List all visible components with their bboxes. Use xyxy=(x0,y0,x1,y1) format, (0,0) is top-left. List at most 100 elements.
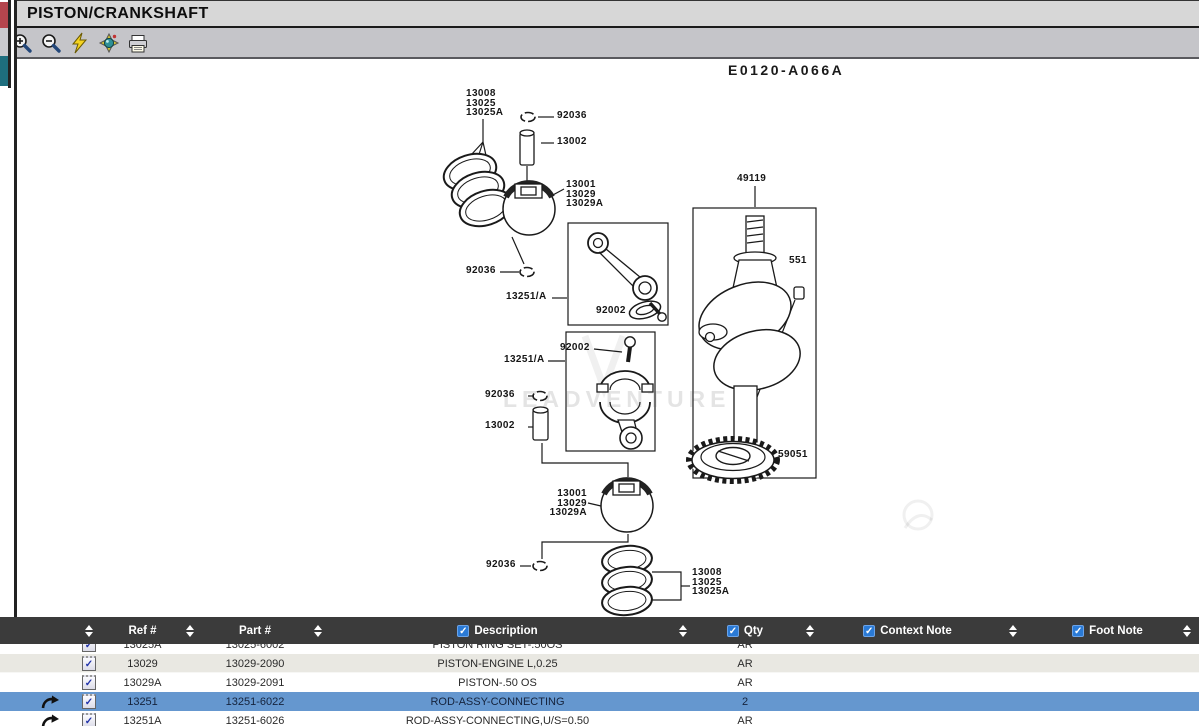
row-part: 13025-6002 xyxy=(205,644,305,654)
row-ref: 13029A xyxy=(110,673,175,692)
row-context-note xyxy=(830,673,985,692)
part-label-59051[interactable]: 59051 xyxy=(778,450,808,460)
table-row-selected[interactable]: ✓ 13251 13251-6022 ROD-ASSY-CONNECTING 2 xyxy=(0,692,1199,711)
part-label-piston-bottom[interactable]: 13001 13029 13029A xyxy=(540,489,587,518)
sort-control-ref[interactable] xyxy=(175,625,205,637)
row-context-note xyxy=(830,644,985,654)
part-label-13002-top[interactable]: 13002 xyxy=(557,137,587,147)
row-edit-icon[interactable]: ✓ xyxy=(82,694,96,709)
sort-control[interactable] xyxy=(68,625,110,637)
parts-table: Ref # Part # ✓ Description ✓ Qty ✓ Conte… xyxy=(0,617,1199,726)
table-row[interactable]: ✓ 13029A 13029-2091 PISTON-.50 OS AR xyxy=(0,673,1199,692)
sort-control-part[interactable] xyxy=(305,625,330,637)
row-qty: AR xyxy=(700,654,790,673)
row-qty: AR xyxy=(700,644,790,654)
sort-control-description[interactable] xyxy=(665,625,700,637)
row-context-note xyxy=(830,654,985,673)
column-header-qty: ✓ Qty xyxy=(700,625,790,637)
lightning-icon xyxy=(69,32,91,54)
row-part: 13251-6022 xyxy=(205,692,305,711)
diagram-area xyxy=(0,59,1199,617)
row-edit-icon[interactable]: ✓ xyxy=(82,675,96,690)
part-label-13251A-2[interactable]: 13251/A xyxy=(504,355,545,365)
edge-tab-gray xyxy=(0,28,8,56)
column-header-ref: Ref # xyxy=(110,625,175,637)
column-header-part: Part # xyxy=(205,625,305,637)
table-row[interactable]: ✓ 13029 13029-2090 PISTON-ENGINE L,0.25 … xyxy=(0,654,1199,673)
linked-row-arrow-icon[interactable] xyxy=(0,692,68,711)
row-qty: 2 xyxy=(700,692,790,711)
left-edge-rail xyxy=(0,0,17,617)
row-ref: 13025A xyxy=(110,644,175,654)
parts-catalog-window: PISTON/CRANKSHAFT xyxy=(0,0,1199,726)
part-label-ring-set-top[interactable]: 13008 13025 13025A xyxy=(466,89,503,118)
sort-control-context[interactable] xyxy=(985,625,1040,637)
refresh-button[interactable] xyxy=(68,31,92,55)
part-label-13002-2[interactable]: 13002 xyxy=(485,421,515,431)
row-ref: 13251A xyxy=(110,711,175,726)
column-header-context-label: Context Note xyxy=(880,625,952,637)
part-label-92002-2[interactable]: 92002 xyxy=(560,343,590,353)
hotspot-icon xyxy=(98,32,120,54)
row-edit-icon[interactable]: ✓ xyxy=(82,713,96,726)
table-row[interactable]: ✓ 13251A 13251-6026 ROD-ASSY-CONNECTING,… xyxy=(0,711,1199,726)
row-foot-note xyxy=(1040,673,1175,692)
part-label-49119[interactable]: 49119 xyxy=(737,174,766,184)
zoom-out-button[interactable] xyxy=(39,31,63,55)
row-qty: AR xyxy=(700,673,790,692)
row-description: PISTON RING SET-.50OS xyxy=(330,644,665,654)
edge-tab-red xyxy=(0,2,8,28)
part-label-92036-3[interactable]: 92036 xyxy=(485,390,515,400)
sort-control-foot[interactable] xyxy=(1175,625,1199,637)
part-label-92036-4[interactable]: 92036 xyxy=(486,560,516,570)
row-foot-note xyxy=(1040,692,1175,711)
row-ref: 13029 xyxy=(110,654,175,673)
part-label-13251A-1[interactable]: 13251/A xyxy=(506,292,547,302)
qty-column-checkbox[interactable]: ✓ xyxy=(727,625,739,637)
part-label-ring-set-bottom[interactable]: 13008 13025 13025A xyxy=(692,568,729,597)
toolbar xyxy=(0,28,1199,59)
panel-border xyxy=(8,0,11,88)
column-header-qty-label: Qty xyxy=(744,625,763,637)
row-context-note xyxy=(830,692,985,711)
content-border xyxy=(14,0,17,617)
context-column-checkbox[interactable]: ✓ xyxy=(863,625,875,637)
linked-row-arrow-icon[interactable] xyxy=(0,711,68,726)
part-label-92036-top[interactable]: 92036 xyxy=(557,111,587,121)
row-part: 13029-2091 xyxy=(205,673,305,692)
row-foot-note xyxy=(1040,654,1175,673)
row-qty: AR xyxy=(700,711,790,726)
column-header-description-label: Description xyxy=(474,625,537,637)
part-label-piston-top[interactable]: 13001 13029 13029A xyxy=(566,180,603,209)
row-foot-note xyxy=(1040,711,1175,726)
column-header-foot: ✓ Foot Note xyxy=(1040,625,1175,637)
part-label-551[interactable]: 551 xyxy=(789,256,807,266)
edge-tab-teal xyxy=(0,56,8,86)
description-column-checkbox[interactable]: ✓ xyxy=(457,625,469,637)
row-edit-icon[interactable]: ✓ xyxy=(82,656,96,671)
column-header-foot-label: Foot Note xyxy=(1089,625,1143,637)
row-description: ROD-ASSY-CONNECTING,U/S=0.50 xyxy=(330,711,665,726)
hotspot-toggle-button[interactable] xyxy=(97,31,121,55)
print-button[interactable] xyxy=(126,31,150,55)
row-edit-icon[interactable]: ✓ xyxy=(82,644,96,652)
row-description: PISTON-.50 OS xyxy=(330,673,665,692)
column-header-description: ✓ Description xyxy=(330,625,665,637)
table-row[interactable]: ✓ 13025A 13025-6002 PISTON RING SET-.50O… xyxy=(0,644,1199,654)
part-label-92036-2[interactable]: 92036 xyxy=(466,266,496,276)
table-header: Ref # Part # ✓ Description ✓ Qty ✓ Conte… xyxy=(0,617,1199,644)
row-description: PISTON-ENGINE L,0.25 xyxy=(330,654,665,673)
part-label-92002-1[interactable]: 92002 xyxy=(596,306,626,316)
row-foot-note xyxy=(1040,644,1175,654)
row-context-note xyxy=(830,711,985,726)
row-part: 13251-6026 xyxy=(205,711,305,726)
row-part: 13029-2090 xyxy=(205,654,305,673)
sort-control-qty[interactable] xyxy=(790,625,830,637)
row-ref: 13251 xyxy=(110,692,175,711)
page-title: PISTON/CRANKSHAFT xyxy=(27,5,209,23)
title-bar: PISTON/CRANKSHAFT xyxy=(0,0,1199,28)
foot-column-checkbox[interactable]: ✓ xyxy=(1072,625,1084,637)
row-description: ROD-ASSY-CONNECTING xyxy=(330,692,665,711)
printer-icon xyxy=(127,32,149,54)
column-header-context: ✓ Context Note xyxy=(830,625,985,637)
